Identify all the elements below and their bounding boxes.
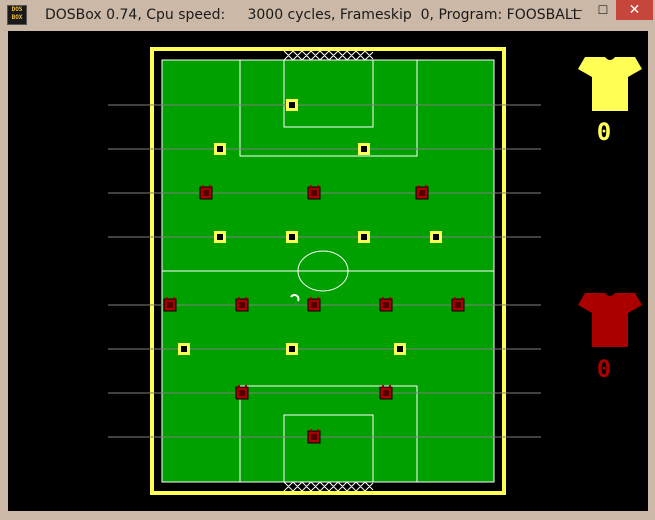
red-team-score: 0: [597, 355, 611, 383]
yellow-player: [394, 343, 406, 355]
red-player: [379, 385, 393, 400]
close-button[interactable]: ✕: [616, 0, 653, 20]
app-icon-label: DOS BOX: [11, 6, 23, 21]
red-player: [379, 297, 393, 312]
bottom-goal-net: [283, 481, 374, 492]
foosball-game[interactable]: 0 0: [8, 31, 648, 511]
yellow-player: [358, 231, 370, 243]
red-player: [235, 297, 249, 312]
yellow-team-score: 0: [597, 118, 611, 146]
yellow-player: [214, 231, 226, 243]
yellow-player: [286, 343, 298, 355]
title-bar: DOS BOX DOSBox 0.74, Cpu speed: 3000 cyc…: [0, 0, 655, 30]
red-team-shirt-icon: [578, 293, 642, 347]
red-player: [415, 185, 429, 200]
top-goal-net: [283, 50, 374, 61]
red-player: [307, 429, 321, 444]
yellow-player: [286, 231, 298, 243]
red-player: [163, 297, 177, 312]
window-title: DOSBox 0.74, Cpu speed: 3000 cycles, Fra…: [45, 7, 581, 23]
dos-screen[interactable]: 0 0: [8, 31, 648, 511]
dosbox-app-icon[interactable]: DOS BOX: [7, 5, 27, 25]
minimize-icon: —: [570, 3, 583, 17]
yellow-team-shirt-icon: [578, 57, 642, 111]
red-player: [451, 297, 465, 312]
minimize-button[interactable]: —: [563, 0, 590, 20]
maximize-button[interactable]: ☐: [590, 0, 616, 20]
red-player: [199, 185, 213, 200]
red-player: [307, 297, 321, 312]
maximize-icon: ☐: [597, 3, 609, 17]
yellow-player: [214, 143, 226, 155]
yellow-player: [358, 143, 370, 155]
red-player: [235, 385, 249, 400]
yellow-player: [286, 99, 298, 111]
yellow-player: [430, 231, 442, 243]
yellow-player: [178, 343, 190, 355]
close-icon: ✕: [628, 2, 641, 18]
red-player: [307, 185, 321, 200]
